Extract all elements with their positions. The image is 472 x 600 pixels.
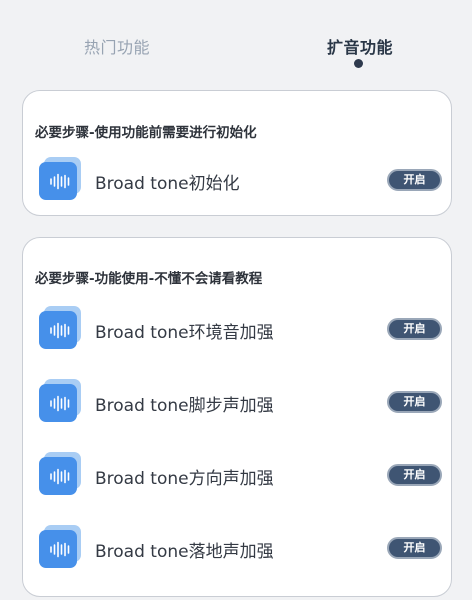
init-label: Broad tone初始化	[95, 174, 240, 194]
init-section-heading: 必要步骤-使用功能前需要进行初始化	[35, 125, 257, 141]
landing-on-button[interactable]: 开启	[387, 537, 442, 559]
features-section-card: 必要步骤-功能使用-不懂不会请看教程 Broad tone环境音加强 开启 Br…	[22, 237, 452, 597]
list-item-ambient: Broad tone环境音加强 开启	[23, 306, 451, 350]
list-item-init: Broad tone初始化 开启	[23, 157, 451, 201]
footstep-on-button[interactable]: 开启	[387, 391, 442, 413]
tab-bar: 热门功能 扩音功能	[0, 0, 472, 80]
init-on-button[interactable]: 开启	[387, 169, 442, 191]
audio-wave-icon	[39, 379, 83, 423]
footstep-label: Broad tone脚步声加强	[95, 396, 274, 416]
landing-label: Broad tone落地声加强	[95, 542, 274, 562]
init-section-card: 必要步骤-使用功能前需要进行初始化 Broad tone初始化 开启	[22, 90, 452, 216]
audio-wave-icon	[39, 157, 83, 201]
list-item-landing: Broad tone落地声加强 开启	[23, 525, 451, 569]
features-section-heading: 必要步骤-功能使用-不懂不会请看教程	[35, 271, 263, 287]
tab-sound-amplify[interactable]: 扩音功能	[327, 34, 393, 58]
list-item-direction: Broad tone方向声加强 开启	[23, 452, 451, 496]
ambient-label: Broad tone环境音加强	[95, 323, 274, 343]
ambient-on-button[interactable]: 开启	[387, 318, 442, 340]
tab-hot-features[interactable]: 热门功能	[84, 34, 150, 58]
active-tab-indicator	[354, 59, 363, 68]
direction-label: Broad tone方向声加强	[95, 469, 274, 489]
audio-wave-icon	[39, 525, 83, 569]
list-item-footstep: Broad tone脚步声加强 开启	[23, 379, 451, 423]
audio-wave-icon	[39, 452, 83, 496]
audio-wave-icon	[39, 306, 83, 350]
direction-on-button[interactable]: 开启	[387, 464, 442, 486]
